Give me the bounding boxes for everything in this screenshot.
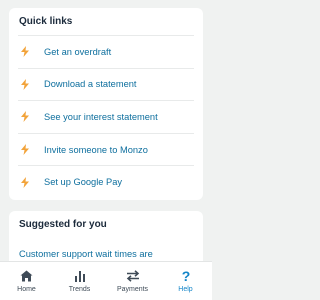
bottom-tab-bar: Home Trends Payments ? Help (0, 261, 212, 300)
quick-link-label: Get an overdraft (44, 46, 112, 57)
quick-link-get-overdraft[interactable]: Get an overdraft (18, 35, 194, 68)
bolt-icon (20, 144, 30, 156)
tab-trends[interactable]: Trends (53, 262, 106, 300)
tab-home-label: Home (17, 286, 36, 293)
quick-link-label: Set up Google Pay (44, 177, 123, 188)
bolt-icon (20, 111, 30, 123)
quick-link-label: See your interest statement (44, 111, 158, 122)
tab-trends-label: Trends (68, 286, 91, 293)
quick-link-download-statement[interactable]: Download a statement (18, 67, 194, 101)
home-icon (20, 268, 33, 283)
trends-icon (74, 268, 86, 283)
suggested-title: Suggested for you (19, 219, 107, 230)
suggested-item-text[interactable]: Customer support wait times are (9, 238, 203, 260)
quick-links-card: Quick links Get an overdraft Download a … (9, 8, 203, 200)
quick-link-google-pay[interactable]: Set up Google Pay (18, 165, 194, 198)
quick-links-title: Quick links (19, 16, 73, 27)
payments-icon (126, 268, 140, 283)
tab-payments[interactable]: Payments (106, 262, 159, 300)
bolt-icon (20, 46, 30, 58)
tab-help[interactable]: ? Help (159, 262, 212, 300)
help-icon: ? (180, 268, 192, 283)
tab-help-label: Help (178, 286, 193, 293)
tab-home[interactable]: Home (0, 262, 53, 300)
quick-link-interest-statement[interactable]: See your interest statement (18, 100, 194, 133)
bolt-icon (20, 78, 30, 90)
tab-payments-label: Payments (116, 286, 149, 293)
svg-text:?: ? (181, 269, 190, 283)
quick-link-label: Invite someone to Monzo (44, 144, 148, 155)
quick-link-invite-someone[interactable]: Invite someone to Monzo (18, 132, 194, 166)
quick-link-label: Download a statement (44, 79, 137, 90)
bolt-icon (20, 176, 30, 188)
